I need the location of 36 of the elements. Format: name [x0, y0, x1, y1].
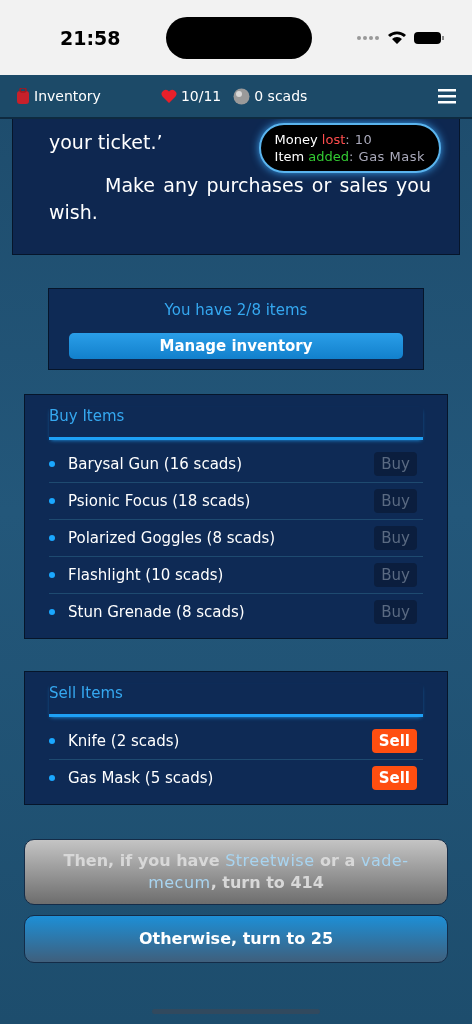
signal-icon: [357, 35, 380, 40]
toast-line: Money lost: 10: [274, 131, 374, 148]
panel-title: Sell Items: [49, 684, 423, 717]
bullet-icon: [49, 775, 55, 781]
item-name: Stun Grenade (8 scads): [68, 603, 246, 621]
item-name: Flashlight (10 scads): [68, 566, 225, 584]
inventory-link[interactable]: Inventory: [16, 88, 101, 104]
battery-icon: [414, 31, 444, 44]
choice-button[interactable]: Otherwise, turn to 25: [24, 915, 448, 963]
menu-icon[interactable]: [438, 88, 456, 104]
coin-icon: [233, 87, 251, 105]
bullet-icon: [49, 535, 55, 541]
item-name: Knife (2 scads): [68, 732, 181, 750]
heart-icon: [160, 88, 177, 104]
bullet-icon: [49, 609, 55, 615]
item-name: Gas Mask (5 scads): [68, 769, 215, 787]
item-name: Barysal Gun (16 scads): [68, 455, 244, 473]
manage-inventory-button[interactable]: Manage inventory: [69, 333, 403, 359]
panel-title: Buy Items: [49, 407, 423, 440]
item-name: Psionic Focus (18 scads): [68, 492, 252, 510]
bullet-icon: [49, 572, 55, 578]
bullet-icon: [49, 498, 55, 504]
wifi-icon: [388, 31, 406, 44]
backpack-icon: [16, 88, 30, 104]
money-count: 0 scads: [254, 88, 308, 104]
story-text: Make any purchases or sales you wish.: [49, 173, 431, 225]
bullet-icon: [49, 461, 55, 467]
item-count: You have 2/8 items: [163, 301, 309, 319]
clock: 21:58: [60, 26, 121, 49]
sell-button[interactable]: Sell: [371, 766, 417, 790]
bullet-icon: [49, 738, 55, 744]
item-name: Polarized Goggles (8 scads): [68, 529, 277, 547]
toast-line: Item added: Gas Mask: [274, 148, 425, 165]
sell-button[interactable]: Sell: [371, 729, 417, 753]
health-count: 10/11: [180, 88, 222, 104]
story-text: your ticket.’: [49, 130, 163, 155]
